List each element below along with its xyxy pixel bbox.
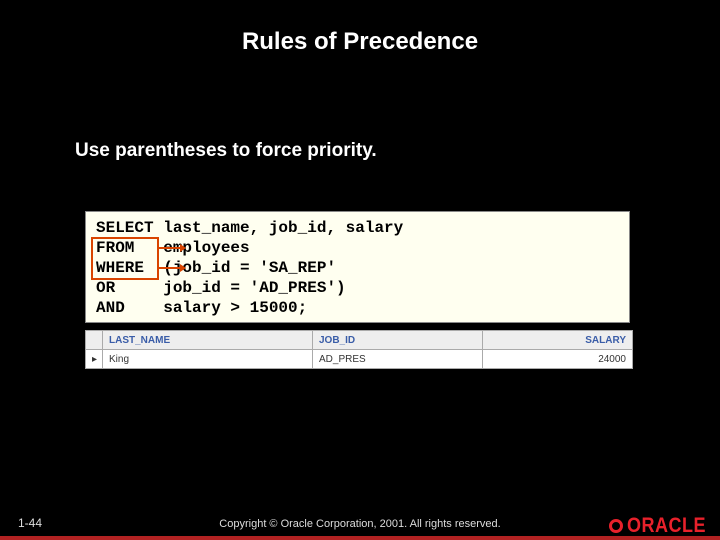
footer-bar: [0, 536, 720, 540]
col-job-id: JOB_ID: [313, 331, 483, 350]
oracle-wordmark: ORACLE: [627, 513, 706, 538]
oracle-ring-icon: [609, 519, 623, 533]
col-last-name: LAST_NAME: [103, 331, 313, 350]
cell-job-id: AD_PRES: [313, 350, 483, 369]
table-header-row: LAST_NAME JOB_ID SALARY: [86, 331, 633, 350]
slide: Rules of Precedence Use parentheses to f…: [0, 0, 720, 540]
row-marker: ▸: [86, 350, 103, 369]
sql-code-block: SELECT last_name, job_id, salary FROM em…: [85, 211, 630, 323]
footer: 1-44 Copyright © Oracle Corporation, 200…: [0, 504, 720, 540]
col-salary: SALARY: [483, 331, 633, 350]
cell-last-name: King: [103, 350, 313, 369]
slide-subtitle: Use parentheses to force priority.: [75, 140, 377, 162]
row-marker-header: [86, 331, 103, 350]
cell-salary: 24000: [483, 350, 633, 369]
oracle-logo: ORACLE: [609, 515, 706, 536]
table-row: ▸ King AD_PRES 24000: [86, 350, 633, 369]
results-table: LAST_NAME JOB_ID SALARY ▸ King AD_PRES 2…: [85, 330, 633, 369]
slide-title: Rules of Precedence: [0, 28, 720, 56]
